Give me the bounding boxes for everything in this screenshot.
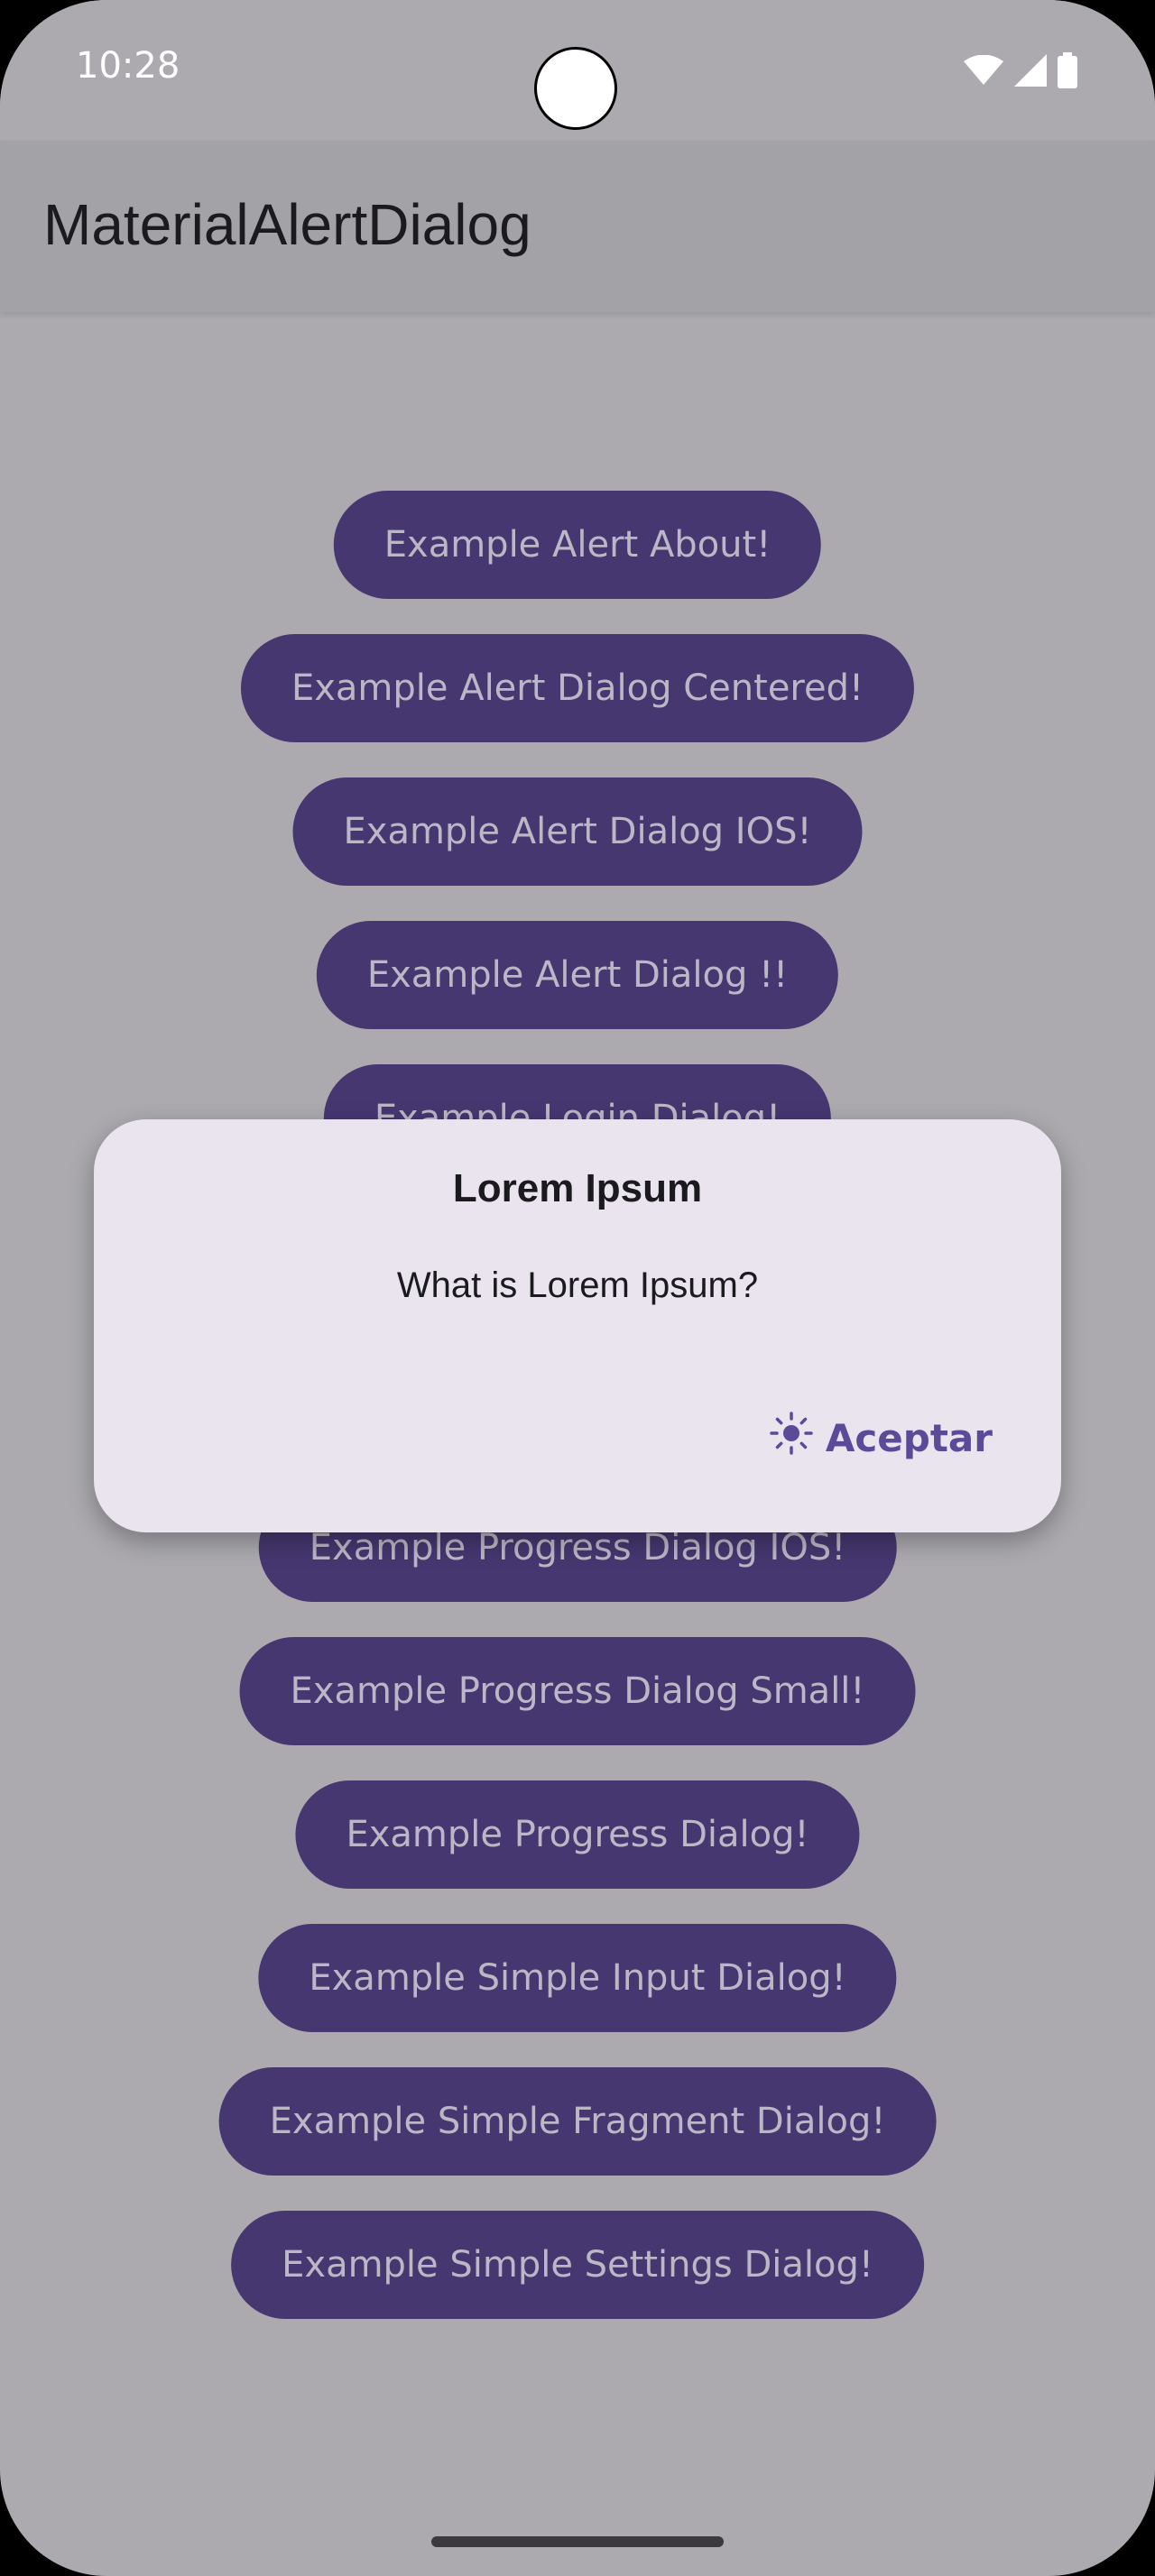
sun-icon xyxy=(770,1412,813,1464)
wifi-icon xyxy=(964,54,1003,90)
front-camera-cutout xyxy=(534,47,617,130)
status-icons xyxy=(964,52,1077,93)
aceptar-label: Aceptar xyxy=(825,1415,993,1460)
cellular-signal-icon xyxy=(1014,54,1047,91)
example-alert-dialog-centered-button[interactable]: Example Alert Dialog Centered! xyxy=(240,634,915,742)
home-indicator[interactable] xyxy=(431,2536,724,2547)
status-bar: 10:28 xyxy=(0,0,1155,141)
battery-icon xyxy=(1058,52,1077,93)
aceptar-button[interactable]: Aceptar xyxy=(770,1412,993,1464)
app-title: MaterialAlertDialog xyxy=(43,192,531,257)
example-alert-about-button[interactable]: Example Alert About! xyxy=(333,491,822,599)
status-time: 10:28 xyxy=(76,45,180,87)
example-alert-dialog-ios-button[interactable]: Example Alert Dialog IOS! xyxy=(292,777,863,886)
dialog-message: What is Lorem Ipsum? xyxy=(396,1265,759,1305)
example-progress-dialog-small-button[interactable]: Example Progress Dialog Small! xyxy=(239,1637,916,1745)
phone-screen: 10:28 MaterialAlertDialog Example Alert … xyxy=(0,0,1155,2576)
example-simple-settings-dialog-button[interactable]: Example Simple Settings Dialog! xyxy=(231,2211,924,2319)
example-alert-dialog-button[interactable]: Example Alert Dialog !! xyxy=(316,921,839,1029)
alert-dialog: Lorem Ipsum What is Lorem Ipsum? Aceptar xyxy=(94,1119,1061,1532)
dialog-title: Lorem Ipsum xyxy=(452,1166,703,1210)
example-progress-dialog-button[interactable]: Example Progress Dialog! xyxy=(295,1780,860,1889)
example-simple-fragment-dialog-button[interactable]: Example Simple Fragment Dialog! xyxy=(218,2067,937,2176)
example-simple-input-dialog-button[interactable]: Example Simple Input Dialog! xyxy=(258,1924,897,2032)
app-bar: MaterialAlertDialog xyxy=(0,141,1155,312)
